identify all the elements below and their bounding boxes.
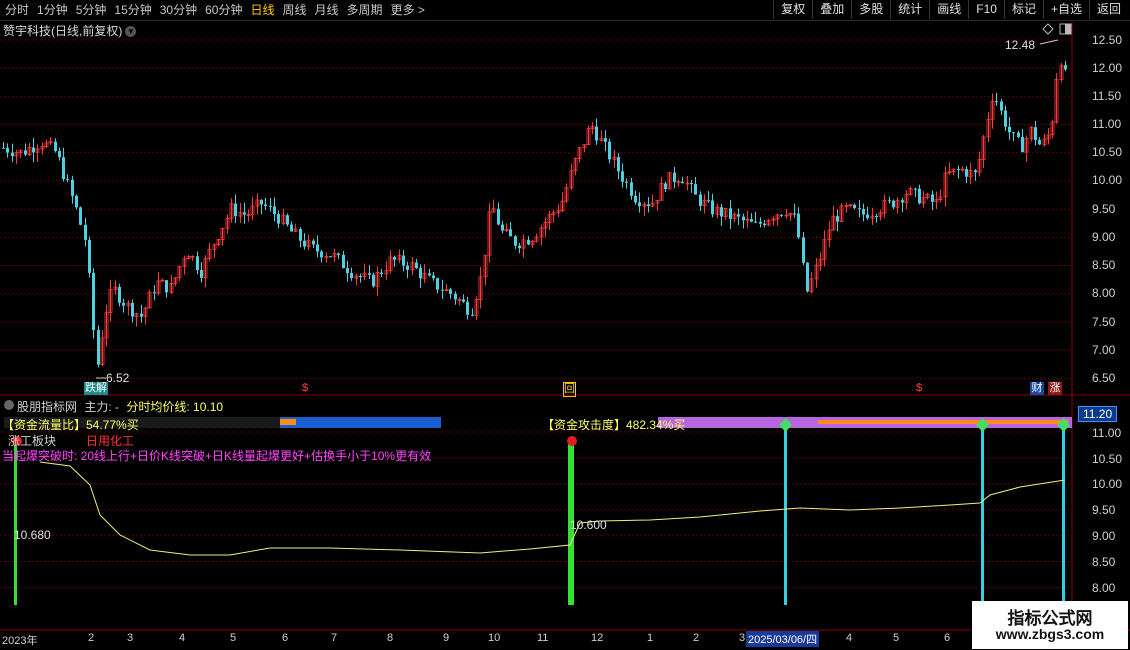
price-tick: 7.00 — [1092, 343, 1116, 357]
high-arrow — [1039, 39, 1059, 45]
sector-value: 日用化工 — [86, 434, 135, 448]
event-marker[interactable]: 财 — [1030, 382, 1044, 395]
event-marker[interactable]: $ — [914, 382, 924, 395]
fund-flow-label: 【资金流量比】54.77%买 — [2, 418, 139, 432]
event-marker[interactable]: $ — [300, 382, 310, 395]
fund-strength-label: 【资金攻击度】482.34%买 — [542, 418, 686, 432]
candlesticks — [2, 60, 1067, 368]
time-month: 3 — [127, 632, 134, 644]
event-marker[interactable]: 回 — [563, 382, 576, 397]
lower-tick: 10.00 — [1092, 477, 1123, 491]
price-tick: 11.00 — [1092, 117, 1122, 131]
avg-line-label: 分时均价线: 10.10 — [126, 400, 224, 414]
time-month: 4 — [846, 632, 853, 644]
price-tick: 12.00 — [1092, 61, 1123, 75]
diamond-icon — [1042, 23, 1054, 35]
event-marker[interactable]: 跌解 — [84, 382, 108, 395]
time-month: 9 — [443, 632, 450, 644]
time-month: 2 — [693, 632, 700, 644]
low-price-label: 6.52 — [106, 371, 130, 385]
watermark: 指标公式网 www.zbgs3.com — [972, 601, 1128, 649]
price-tick: 9.00 — [1092, 230, 1116, 244]
time-month: 1 — [647, 632, 654, 644]
time-month: 8 — [387, 632, 394, 644]
price-tick: 10.00 — [1092, 173, 1123, 187]
time-month: 4 — [179, 632, 186, 644]
time-month: 5 — [893, 632, 900, 644]
time-month: 5 — [230, 632, 237, 644]
price-tick: 11.50 — [1092, 89, 1122, 103]
price-tick: 10.50 — [1092, 145, 1123, 159]
time-month: 6 — [282, 632, 289, 644]
event-marker[interactable]: 涨 — [1048, 382, 1062, 395]
time-month: 11 — [537, 632, 549, 644]
price-tick: 6.50 — [1092, 371, 1116, 385]
indicator-name[interactable]: 股朋指标网 — [17, 400, 77, 414]
condition-description: 当起爆突破时: 20线上行+日价K线突破+日K线量起爆更好+估换手小于10%更有… — [2, 449, 431, 463]
value-label-mid: 10.600 — [570, 518, 607, 532]
kline-chart[interactable] — [0, 0, 1130, 650]
price-tick: 7.50 — [1092, 315, 1116, 329]
price-tick: 8.00 — [1092, 286, 1116, 300]
time-month: 3 — [739, 632, 746, 644]
lower-tick: 10.50 — [1092, 452, 1123, 466]
sector-label: 涨工板块 — [8, 434, 57, 448]
lower-tick: 9.50 — [1092, 503, 1116, 517]
value-label-left: 10.680 — [14, 528, 51, 542]
lower-tick: 9.00 — [1092, 529, 1116, 543]
current-price-tag: 11.20 — [1078, 406, 1118, 422]
time-month: 7 — [331, 632, 338, 644]
indicator-header: 股朋指标网 主力: - 分时均价线: 10.10 — [3, 398, 223, 415]
time-month: 10 — [488, 632, 501, 644]
lower-tick: 8.00 — [1092, 581, 1116, 595]
window-icon — [1059, 23, 1072, 35]
cursor-date: 2025/03/06/四 — [746, 631, 820, 647]
price-tick: 8.50 — [1092, 258, 1116, 272]
lower-tick: 11.00 — [1092, 426, 1122, 440]
price-tick: 9.50 — [1092, 202, 1116, 216]
time-month: 6 — [944, 632, 951, 644]
time-month: 12 — [591, 632, 604, 644]
condition-text: 20线上行+日价K线突破+日K线量起爆更好+估换手小于10%更有效 — [80, 449, 432, 463]
lower-tick: 8.50 — [1092, 555, 1116, 569]
watermark-url: www.zbgs3.com — [995, 626, 1105, 642]
high-price-label: 12.48 — [1005, 38, 1036, 52]
condition-prefix: 当起爆突破时: — [2, 449, 78, 463]
time-month: 2 — [88, 632, 95, 644]
time-year: 2023年 — [2, 635, 38, 647]
main-force-label: 主力: - — [84, 400, 120, 414]
price-tick: 12.50 — [1092, 33, 1123, 47]
